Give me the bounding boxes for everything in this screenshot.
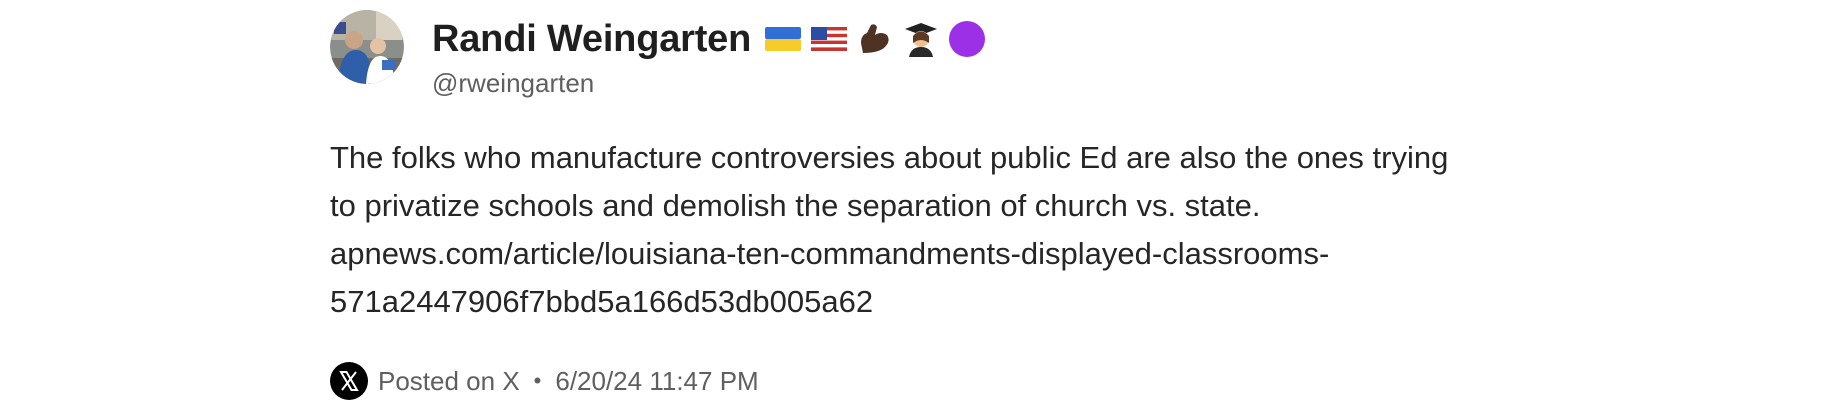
- name-row: Randi Weingarten: [432, 12, 987, 66]
- post-text: The folks who manufacture controversies …: [330, 134, 1530, 326]
- article-link[interactable]: apnews.com/article/louisiana-ten-command…: [330, 230, 1530, 278]
- article-link-continued[interactable]: 571a2447906f7bbd5a166d53db005a62: [330, 278, 1530, 326]
- post-text-line: The folks who manufacture controversies …: [330, 140, 1449, 175]
- avatar[interactable]: [330, 10, 404, 84]
- name-emojis: [763, 19, 987, 59]
- us-flag-icon: [811, 27, 848, 51]
- post-text-line: to privatize schools and demolish the se…: [330, 188, 1261, 223]
- post-header: Randi Weingarten @rweingarten: [330, 10, 987, 98]
- author-names: Randi Weingarten @rweingarten: [432, 10, 987, 99]
- posted-on-label[interactable]: Posted on X: [378, 366, 520, 397]
- ukraine-flag-icon: [765, 27, 802, 51]
- author-handle[interactable]: @rweingarten: [432, 68, 987, 99]
- post-footer: Posted on X • 6/20/24 11:47 PM: [330, 362, 759, 400]
- post-card: Randi Weingarten @rweingarten The folks …: [330, 0, 1530, 408]
- post-timestamp[interactable]: 6/20/24 11:47 PM: [555, 366, 758, 397]
- student-icon: [905, 23, 938, 57]
- author-display-name[interactable]: Randi Weingarten: [432, 18, 751, 61]
- flexed-biceps-icon: [861, 24, 889, 53]
- purple-circle-icon: [949, 21, 986, 57]
- footer-separator: •: [533, 368, 542, 393]
- x-logo-icon[interactable]: [330, 362, 368, 400]
